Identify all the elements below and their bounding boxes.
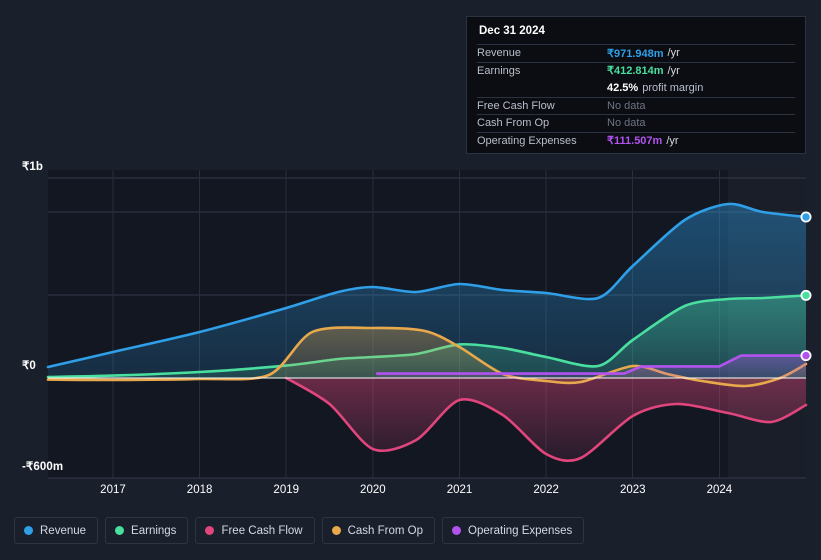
legend-color-dot-icon [24,526,33,535]
tooltip-row-value: ₹111.507m [607,135,663,148]
legend-item-earnings[interactable]: Earnings [105,517,189,544]
x-axis-label-2022: 2022 [533,484,559,496]
legend-item-cash-from-op[interactable]: Cash From Op [321,517,436,544]
x-axis-labels: 2017 2018 2019 2020 2021 2022 2023 2024 [0,484,821,500]
y-axis-label-zero: ₹0 [22,360,36,372]
tooltip-row: Revenue ₹971.948m/yr [477,44,795,62]
x-axis-label-2017: 2017 [100,484,126,496]
legend-item-label: Cash From Op [347,524,424,537]
tooltip-row: 42.5% profit margin [477,79,795,97]
y-axis-label-top: ₹1b [22,161,44,173]
endpoint-marker-revenue[interactable] [800,211,812,223]
tooltip-row-value: ₹971.948m [607,47,664,60]
tooltip-row-value: No data [607,99,646,112]
tooltip-row-unit: /yr [667,64,680,77]
legend-item-operating-expenses[interactable]: Operating Expenses [442,517,585,544]
tooltip-row-label: Free Cash Flow [477,99,555,112]
tooltip-row: Earnings ₹412.814m/yr [477,61,795,80]
tooltip-row: Operating Expenses ₹111.507m/yr [477,131,795,150]
tooltip-row-value: ₹412.814m [607,65,664,78]
legend-color-dot-icon [331,526,341,535]
data-tooltip: Dec 31 2024 Revenue ₹971.948m/yr Earnings ₹… [466,16,806,154]
chart-legend: Revenue Earnings Free Cash Flow Cash From O… [14,517,585,544]
tooltip-row-value: No data [607,117,646,130]
legend-item-label: Revenue [40,524,87,537]
tooltip-row-unit: /yr [667,47,680,60]
tooltip-row: Free Cash Flow No data [477,96,795,115]
x-axis-label-2018: 2018 [186,484,213,496]
tooltip-row: Cash From Op No data [477,114,795,132]
financial-chart-page: ₹1b ₹0 -₹600m 2017 2018 2019 2020 2021 2022 20… [0,0,821,560]
endpoint-marker-operating-expenses[interactable] [800,350,812,362]
x-axis-label-2021: 2021 [446,484,473,496]
tooltip-row-label: Operating Expenses [477,134,577,147]
x-axis-label-2020: 2020 [360,484,386,496]
x-axis-label-2024: 2024 [706,484,733,496]
legend-color-dot-icon [115,526,125,535]
tooltip-row-label: Earnings [477,64,521,77]
legend-color-dot-icon [452,526,462,535]
legend-color-dot-icon [205,526,215,535]
tooltip-row-value: 42.5% [607,81,639,94]
tooltip-row-label: Cash From Op [477,117,550,130]
legend-item-revenue[interactable]: Revenue [14,517,99,544]
x-axis-label-2023: 2023 [619,484,646,496]
tooltip-row-unit: profit margin [642,81,704,94]
legend-item-free-cash-flow[interactable]: Free Cash Flow [195,517,315,544]
tooltip-rows: Revenue ₹971.948m/yr Earnings ₹412.814m/yr 4… [477,44,795,149]
endpoint-marker-earnings[interactable] [800,289,812,301]
tooltip-row-unit: /yr [666,134,679,147]
y-axis-label-bottom: -₹600m [22,461,64,473]
legend-item-label: Earnings [131,524,177,537]
legend-item-label: Free Cash Flow [221,524,303,537]
x-axis-label-2019: 2019 [273,484,300,496]
tooltip-row-label: Revenue [477,47,522,60]
legend-item-label: Operating Expenses [468,524,573,537]
tooltip-date: Dec 31 2024 [479,25,545,37]
